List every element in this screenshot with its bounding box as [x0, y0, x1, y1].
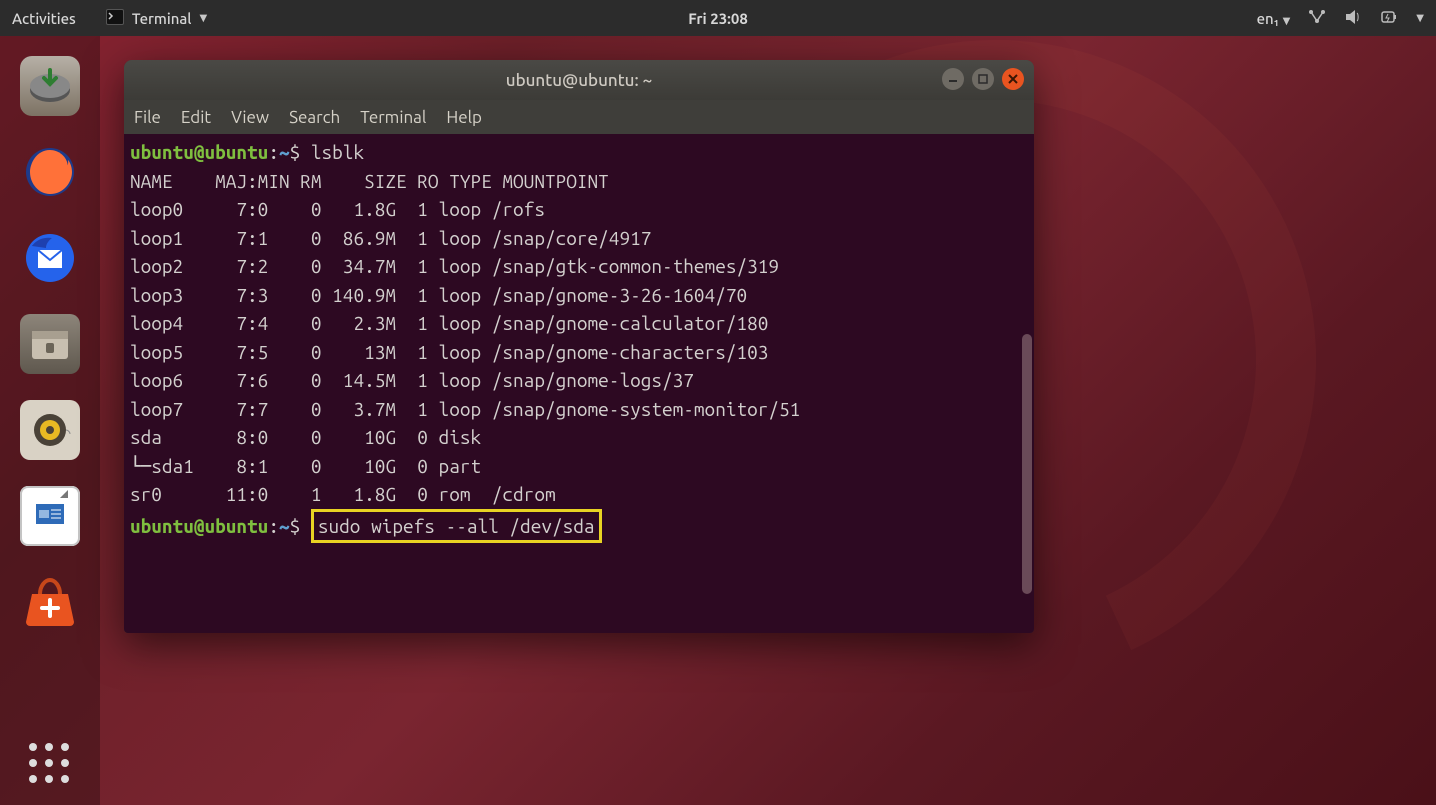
table-row: loop2 7:2 0 34.7M 1 loop /snap/gtk-commo…: [130, 255, 779, 277]
battery-icon[interactable]: [1380, 9, 1398, 28]
terminal-content[interactable]: ubuntu@ubuntu:~$ lsblk NAME MAJ:MIN RM S…: [124, 134, 1034, 633]
terminal-menubar: File Edit View Search Terminal Help: [124, 100, 1034, 134]
menu-edit[interactable]: Edit: [181, 108, 211, 127]
window-maximize-button[interactable]: [972, 68, 994, 90]
input-source-indicator[interactable]: en₁ ▼: [1257, 10, 1291, 27]
table-row: loop4 7:4 0 2.3M 1 loop /snap/gnome-calc…: [130, 312, 768, 334]
dock-item-rhythmbox[interactable]: [18, 398, 82, 462]
table-row: loop5 7:5 0 13M 1 loop /snap/gnome-chara…: [130, 341, 768, 363]
table-row: loop6 7:6 0 14.5M 1 loop /snap/gnome-log…: [130, 369, 694, 391]
command-wipefs: sudo wipefs --all /dev/sda: [318, 515, 595, 537]
dock-item-libreoffice-writer[interactable]: [18, 484, 82, 548]
table-row: sda 8:0 0 10G 0 disk: [130, 426, 492, 448]
chevron-down-icon: ▼: [200, 12, 208, 24]
menu-help[interactable]: Help: [446, 108, 482, 127]
prompt-user: ubuntu@ubuntu: [130, 141, 268, 163]
prompt-path: ~: [279, 141, 290, 163]
table-row: loop0 7:0 0 1.8G 1 loop /rofs: [130, 198, 545, 220]
network-icon[interactable]: [1308, 9, 1326, 28]
terminal-window: ubuntu@ubuntu: ~ File Edit View Search T…: [124, 60, 1034, 633]
lsblk-header: NAME MAJ:MIN RM SIZE RO TYPE MOUNTPOINT: [130, 170, 609, 192]
menu-file[interactable]: File: [134, 108, 161, 127]
prompt-user: ubuntu@ubuntu: [130, 515, 268, 537]
menu-view[interactable]: View: [231, 108, 269, 127]
dock-item-install[interactable]: [18, 54, 82, 118]
gnome-topbar: Activities Terminal ▼ Fri 23:08 en₁ ▼ ▼: [0, 0, 1436, 36]
dock-item-files[interactable]: [18, 312, 82, 376]
window-close-button[interactable]: [1002, 68, 1024, 90]
app-menu[interactable]: Terminal ▼: [106, 9, 207, 28]
table-row: loop1 7:1 0 86.9M 1 loop /snap/core/4917: [130, 227, 651, 249]
menu-terminal[interactable]: Terminal: [360, 108, 426, 127]
table-row: └─sda1 8:1 0 10G 0 part: [130, 455, 492, 477]
activities-button[interactable]: Activities: [12, 10, 76, 27]
app-menu-label: Terminal: [132, 10, 192, 27]
menu-search[interactable]: Search: [289, 108, 340, 127]
clock[interactable]: Fri 23:08: [688, 10, 748, 27]
table-row: loop7 7:7 0 3.7M 1 loop /snap/gnome-syst…: [130, 398, 800, 420]
show-applications-button[interactable]: [29, 743, 71, 785]
terminal-icon: [106, 9, 124, 28]
volume-icon[interactable]: [1344, 9, 1362, 28]
terminal-scrollbar[interactable]: [1022, 334, 1032, 594]
window-title: ubuntu@ubuntu: ~: [506, 71, 652, 90]
window-titlebar[interactable]: ubuntu@ubuntu: ~: [124, 60, 1034, 100]
window-minimize-button[interactable]: [942, 68, 964, 90]
command-lsblk: lsblk: [311, 141, 364, 163]
dock-item-thunderbird[interactable]: [18, 226, 82, 290]
table-row: sr0 11:0 1 1.8G 0 rom /cdrom: [130, 483, 556, 505]
system-menu-caret[interactable]: ▼: [1416, 12, 1424, 24]
ubuntu-dock: [0, 36, 100, 805]
prompt-path: ~: [279, 515, 290, 537]
dock-item-ubuntu-software[interactable]: [18, 570, 82, 634]
table-row: loop3 7:3 0 140.9M 1 loop /snap/gnome-3-…: [130, 284, 747, 306]
dock-item-firefox[interactable]: [18, 140, 82, 204]
highlighted-command: sudo wipefs --all /dev/sda: [311, 509, 602, 544]
